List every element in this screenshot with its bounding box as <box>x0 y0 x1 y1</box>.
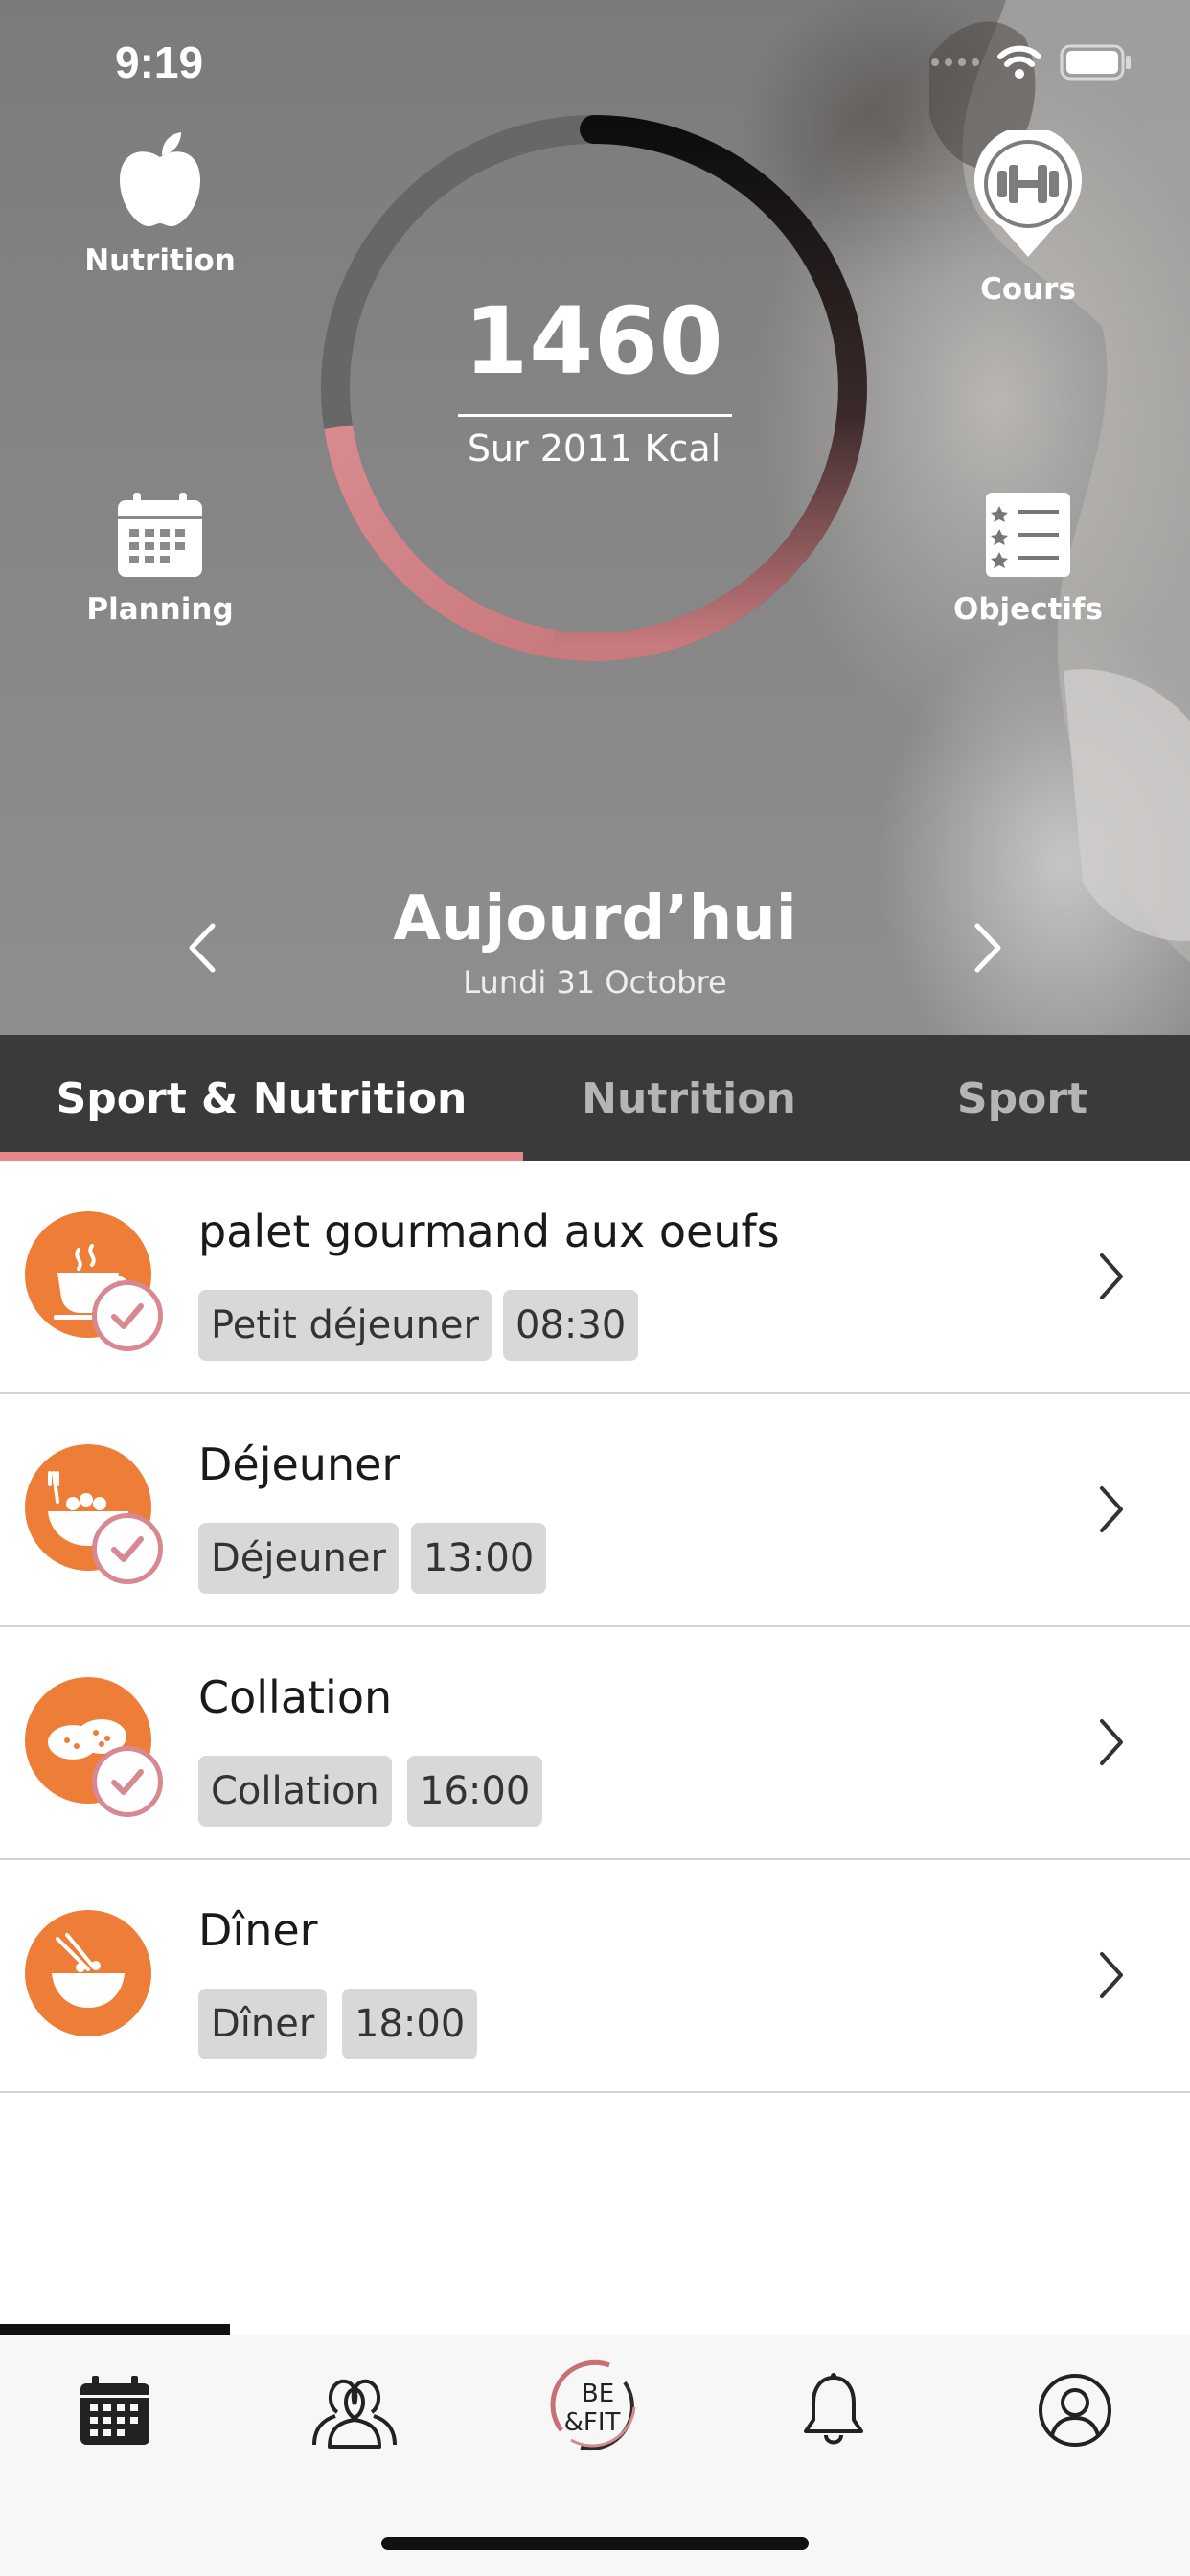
signal-icon <box>931 58 979 66</box>
meal-time-chip: 13:00 <box>411 1523 547 1594</box>
meal-done-check-icon <box>92 1746 163 1817</box>
active-tab-indicator <box>0 1152 523 1162</box>
status-icons <box>931 44 1133 80</box>
calories-consumed: 1460 <box>464 288 724 395</box>
meal-title: Déjeuner <box>198 1438 400 1490</box>
meal-category-chip: Collation <box>198 1756 392 1827</box>
meal-done-check-icon <box>92 1280 163 1351</box>
nutrition-shortcut[interactable]: Nutrition <box>45 130 275 278</box>
meal-time-chip: 16:00 <box>407 1756 543 1827</box>
meal-title: Collation <box>198 1671 393 1723</box>
dumbbell-pin-icon <box>974 126 1082 257</box>
apple-icon <box>120 132 200 226</box>
calories-goal: Sur 2011 Kcal <box>467 427 721 470</box>
meal-title: Dîner <box>198 1904 318 1956</box>
next-day-button[interactable] <box>964 914 1012 981</box>
checklist-icon <box>986 493 1070 577</box>
chevron-right-icon <box>1100 1254 1123 1300</box>
svg-text:&FIT: &FIT <box>564 2408 621 2437</box>
befit-logo: BE &FIT <box>550 2359 636 2451</box>
day-title: Aujourd’hui <box>393 884 797 954</box>
objectifs-label: Objectifs <box>953 592 1103 627</box>
community-icon <box>312 2379 397 2449</box>
cours-shortcut[interactable]: Cours <box>913 126 1143 307</box>
planning-label: Planning <box>86 592 234 627</box>
calories-divider <box>458 414 732 417</box>
bell-icon <box>804 2373 863 2445</box>
meal-time-chip: 08:30 <box>503 1290 639 1361</box>
day-date: Lundi 31 Octobre <box>463 964 727 1000</box>
meal-category-chip: Petit déjeuner <box>198 1290 492 1361</box>
cours-label: Cours <box>980 272 1076 307</box>
meal-row[interactable]: Collation Collation 16:00 <box>0 1627 1190 1860</box>
nutrition-label: Nutrition <box>84 243 236 278</box>
filter-tabs: Sport & Nutrition Nutrition Sport <box>0 1035 1190 1162</box>
nav-calendar[interactable] <box>67 2367 163 2453</box>
meal-done-check-icon <box>92 1513 163 1584</box>
wifi-icon <box>997 45 1041 79</box>
meal-row[interactable]: Déjeuner Déjeuner 13:00 <box>0 1394 1190 1627</box>
hero-header: 9:19 Nutrition Planning Cours Objectifs … <box>0 0 1190 1035</box>
meal-row[interactable]: Dîner Dîner 18:00 <box>0 1860 1190 2093</box>
chevron-right-icon <box>1100 1486 1123 1532</box>
meal-time-chip: 18:00 <box>342 1989 478 2059</box>
meal-row[interactable]: palet gourmand aux oeufs Petit déjeuner … <box>0 1162 1190 1394</box>
tab-sport[interactable]: Sport <box>855 1035 1190 1162</box>
tab-sport-nutrition[interactable]: Sport & Nutrition <box>0 1035 523 1162</box>
calendar-icon <box>80 2376 149 2445</box>
objectifs-shortcut[interactable]: Objectifs <box>913 491 1143 627</box>
nav-active-indicator <box>0 2324 230 2335</box>
home-indicator <box>381 2537 809 2550</box>
nav-notifications[interactable] <box>786 2367 881 2453</box>
planning-shortcut[interactable]: Planning <box>45 491 275 627</box>
nav-community[interactable] <box>307 2367 402 2453</box>
chevron-right-icon <box>1100 1952 1123 1998</box>
profile-icon <box>1039 2374 1111 2447</box>
meal-title: palet gourmand aux oeufs <box>198 1206 780 1257</box>
nav-befit-home[interactable]: BE &FIT <box>542 2354 648 2459</box>
dinner-bowl-icon <box>25 1910 151 2036</box>
chevron-right-icon <box>1100 1719 1123 1765</box>
status-time: 9:19 <box>115 37 204 87</box>
battery-icon <box>1060 44 1131 80</box>
svg-text:BE: BE <box>582 2380 614 2408</box>
meal-category-chip: Dîner <box>198 1989 328 2059</box>
previous-day-button[interactable] <box>178 914 226 981</box>
tab-nutrition[interactable]: Nutrition <box>523 1035 855 1162</box>
nav-profile[interactable] <box>1027 2367 1123 2453</box>
meal-category-chip: Déjeuner <box>198 1523 399 1594</box>
calendar-icon <box>118 493 202 577</box>
